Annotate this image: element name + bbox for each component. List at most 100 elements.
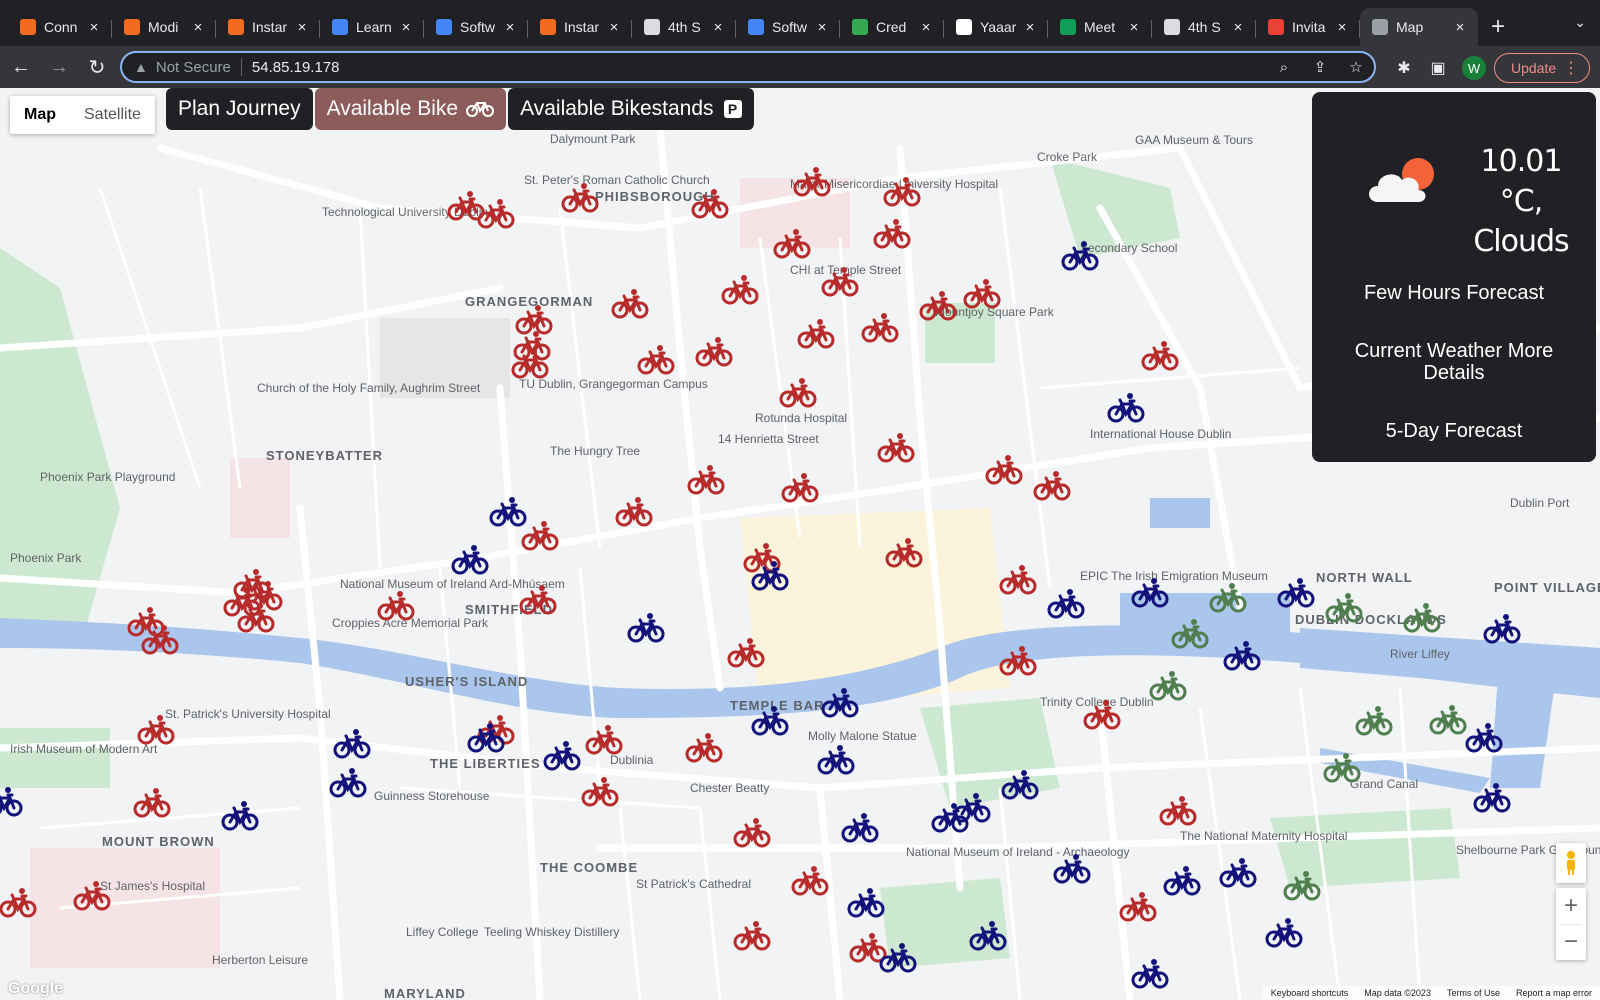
menu-dots-icon[interactable]: ⋮ [1563, 58, 1579, 78]
url-text[interactable]: 54.85.19.178 [252, 59, 1266, 76]
security-label[interactable]: Not Secure [156, 59, 231, 76]
profile-avatar[interactable]: W [1462, 56, 1486, 80]
tab-search-icon[interactable]: ⌄ [1574, 14, 1586, 31]
map-type-control: Map Satellite [10, 96, 155, 134]
map-data-attribution: Map data ©2023 [1364, 988, 1431, 998]
map-place-label: USHER'S ISLAND [405, 674, 528, 689]
google-logo[interactable]: Google [8, 980, 63, 998]
browser-tab[interactable]: Cred × [840, 8, 944, 46]
georges-dock [1150, 498, 1210, 528]
browser-tab[interactable]: Softw × [424, 8, 528, 46]
share-icon[interactable]: ⇪ [1302, 58, 1338, 76]
forward-icon[interactable]: → [42, 50, 76, 84]
map-place-label: National Museum of Ireland - Archaeology [906, 845, 1129, 859]
browser-tab[interactable]: Invita × [1256, 8, 1360, 46]
tab-close-icon[interactable]: × [86, 19, 102, 36]
map-place-label: The Hungry Tree [550, 444, 640, 458]
bicycle-icon [466, 97, 495, 122]
browser-tab[interactable]: Conn × [8, 8, 112, 46]
map-place-label: STONEYBATTER [266, 448, 383, 463]
reload-icon[interactable]: ↻ [80, 50, 114, 84]
zoom-in-icon[interactable]: + [1564, 888, 1578, 924]
available-bikestands-button[interactable]: Available Bikestands P [508, 88, 754, 130]
available-bike-button[interactable]: Available Bike [314, 88, 507, 130]
map-place-label: St. Patrick's University Hospital [165, 707, 331, 721]
map-place-label: International House Dublin [1090, 427, 1231, 441]
keyboard-shortcuts-link[interactable]: Keyboard shortcuts [1263, 986, 1357, 1000]
parking-icon: P [723, 100, 742, 118]
browser-tab[interactable]: Softw × [736, 8, 840, 46]
tab-close-icon[interactable]: × [1230, 19, 1246, 36]
warning-icon[interactable]: ▲ [134, 59, 148, 75]
tab-close-icon[interactable]: × [1022, 19, 1038, 36]
tab-close-icon[interactable]: × [398, 19, 414, 36]
weather-description: Clouds [1473, 224, 1569, 259]
report-map-error-link[interactable]: Report a map error [1508, 986, 1600, 1000]
tab-title: Invita [1292, 19, 1326, 35]
extensions-icon[interactable]: ✱ [1392, 56, 1416, 80]
browser-tab[interactable]: Meet × [1048, 8, 1152, 46]
plan-journey-label: Plan Journey [178, 97, 301, 120]
tab-title: Softw [772, 19, 808, 35]
map-type-map-button[interactable]: Map [10, 96, 70, 134]
tab-close-icon[interactable]: × [294, 19, 310, 36]
tab-close-icon[interactable]: × [1452, 19, 1468, 36]
plan-journey-button[interactable]: Plan Journey [166, 88, 313, 130]
five-day-forecast-link[interactable]: 5-Day Forecast [1332, 420, 1576, 442]
side-panel-icon[interactable]: ▣ [1426, 56, 1450, 80]
new-tab-button[interactable]: + [1478, 8, 1518, 46]
map-place-label: St James's Hospital [100, 879, 205, 893]
address-bar[interactable]: ▲ Not Secure 54.85.19.178 ⌕ ⇪ ☆ [120, 51, 1376, 83]
tab-favicon-icon [1164, 19, 1180, 35]
browser-tab[interactable]: Learn × [320, 8, 424, 46]
map-place-label: Dublin Port [1510, 496, 1570, 510]
map-type-satellite-button[interactable]: Satellite [70, 96, 155, 134]
map-place-label: Guinness Storehouse [374, 789, 490, 803]
street-view-pegman-icon[interactable] [1556, 843, 1586, 883]
map-place-label: Teeling Whiskey Distillery [484, 925, 619, 939]
tab-close-icon[interactable]: × [1334, 19, 1350, 36]
browser-tab[interactable]: 4th S × [1152, 8, 1256, 46]
tab-close-icon[interactable]: × [814, 19, 830, 36]
map-place-label: Phoenix Park Playground [40, 470, 175, 484]
tab-close-icon[interactable]: × [1126, 19, 1142, 36]
tab-close-icon[interactable]: × [710, 19, 726, 36]
map-place-label: Croke Park [1037, 150, 1098, 164]
browser-tab[interactable]: Modi × [112, 8, 216, 46]
tab-favicon-icon [20, 19, 36, 35]
zoom-icon[interactable]: ⌕ [1266, 59, 1302, 76]
browser-tab[interactable]: Map × [1360, 8, 1478, 46]
bookmark-star-icon[interactable]: ☆ [1338, 58, 1374, 76]
terms-of-use-link[interactable]: Terms of Use [1439, 986, 1508, 1000]
map-place-label: MOUNT BROWN [102, 834, 215, 849]
update-button[interactable]: Update ⋮ [1494, 53, 1590, 83]
map-place-label: POINT VILLAGE [1494, 580, 1600, 595]
browser-tab[interactable]: Instar × [216, 8, 320, 46]
tab-close-icon[interactable]: × [606, 19, 622, 36]
back-icon[interactable]: ← [4, 50, 38, 84]
tab-close-icon[interactable]: × [190, 19, 206, 36]
browser-toolbar: ← → ↻ ▲ Not Secure 54.85.19.178 ⌕ ⇪ ☆ ✱ … [0, 46, 1600, 88]
available-bikestands-label: Available Bikestands [520, 97, 714, 120]
tab-title: Instar [252, 19, 288, 35]
current-weather-details-link[interactable]: Current Weather More Details [1332, 340, 1576, 384]
map-place-label: Liffey College [406, 925, 479, 939]
browser-tab[interactable]: Yaaar × [944, 8, 1048, 46]
map-place-label: Rotunda Hospital [755, 411, 847, 425]
map-place-label: National Museum of Ireland Ard-Mhúsaem [340, 577, 565, 591]
tab-close-icon[interactable]: × [502, 19, 518, 36]
tab-favicon-icon [1060, 19, 1076, 35]
tab-favicon-icon [228, 19, 244, 35]
browser-tab[interactable]: 4th S × [632, 8, 736, 46]
tab-strip: Conn × Modi × Instar × Learn × Softw × Instar × 4th … [0, 0, 1600, 46]
tab-close-icon[interactable]: × [918, 19, 934, 36]
tab-title: 4th S [668, 19, 701, 35]
tab-title: Instar [564, 19, 600, 35]
tab-title: Softw [460, 19, 496, 35]
few-hours-forecast-link[interactable]: Few Hours Forecast [1332, 282, 1576, 304]
map-place-label: Molly Malone Statue [808, 729, 917, 743]
tab-title: Cred [876, 19, 907, 35]
browser-tab[interactable]: Instar × [528, 8, 632, 46]
map-place-label: NORTH WALL [1316, 570, 1413, 585]
zoom-out-icon[interactable]: − [1564, 924, 1578, 960]
